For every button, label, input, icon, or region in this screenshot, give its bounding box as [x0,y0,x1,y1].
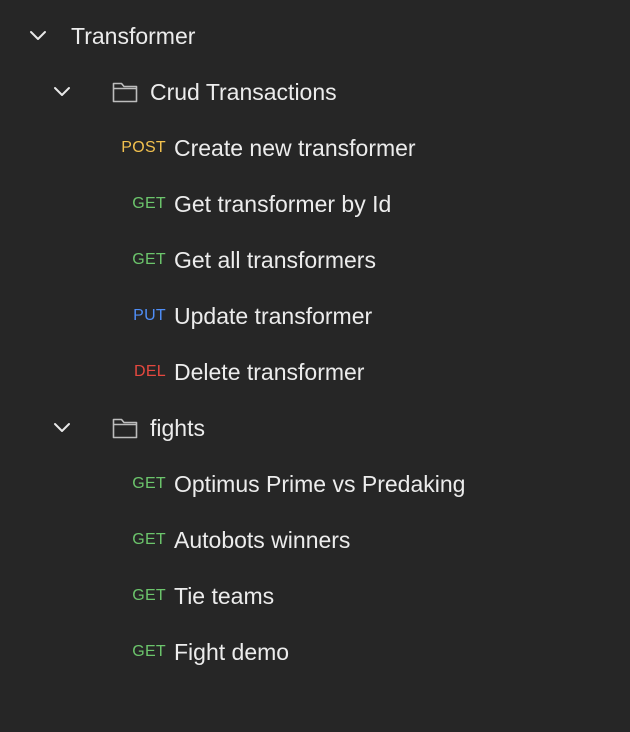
method-badge-get: GET [132,475,166,492]
collection-name: Transformer [71,23,196,49]
method-badge-post: POST [121,139,166,156]
collection-item-transformer[interactable]: Transformer [0,8,630,64]
request-item[interactable]: GET Tie teams [0,568,630,624]
chevron-down-icon[interactable] [28,26,48,46]
method-badge-get: GET [132,195,166,212]
request-item[interactable]: GET Fight demo [0,624,630,680]
method-badge-del: DEL [133,363,166,380]
folder-name: Crud Transactions [150,79,337,105]
request-name: Autobots winners [174,527,351,553]
method-badge-get: GET [132,643,166,660]
folder-icon [111,414,139,442]
collection-tree: Transformer Crud Transactions POST Creat… [0,0,630,732]
request-name: Delete transformer [174,359,365,385]
request-name: Tie teams [174,583,275,609]
request-item[interactable]: POST Create new transformer [0,120,630,176]
request-item[interactable]: GET Get transformer by Id [0,176,630,232]
chevron-down-icon[interactable] [52,82,72,102]
request-name: Optimus Prime vs Predaking [174,471,466,497]
folder-item-crud-transactions[interactable]: Crud Transactions [0,64,630,120]
request-item[interactable]: GET Get all transformers [0,232,630,288]
request-item[interactable]: PUT Update transformer [0,288,630,344]
method-badge-get: GET [132,251,166,268]
request-name: Get all transformers [174,247,376,273]
method-badge-put: PUT [133,307,166,324]
request-item[interactable]: GET Optimus Prime vs Predaking [0,456,630,512]
request-item[interactable]: GET Autobots winners [0,512,630,568]
request-item[interactable]: DEL Delete transformer [0,344,630,400]
request-name: Update transformer [174,303,373,329]
request-name: Fight demo [174,639,290,665]
folder-name: fights [150,415,205,441]
chevron-down-icon[interactable] [52,418,72,438]
method-badge-get: GET [132,531,166,548]
request-name: Create new transformer [174,135,416,161]
folder-item-fights[interactable]: fights [0,400,630,456]
method-badge-get: GET [132,587,166,604]
request-name: Get transformer by Id [174,191,392,217]
folder-icon [111,78,139,106]
